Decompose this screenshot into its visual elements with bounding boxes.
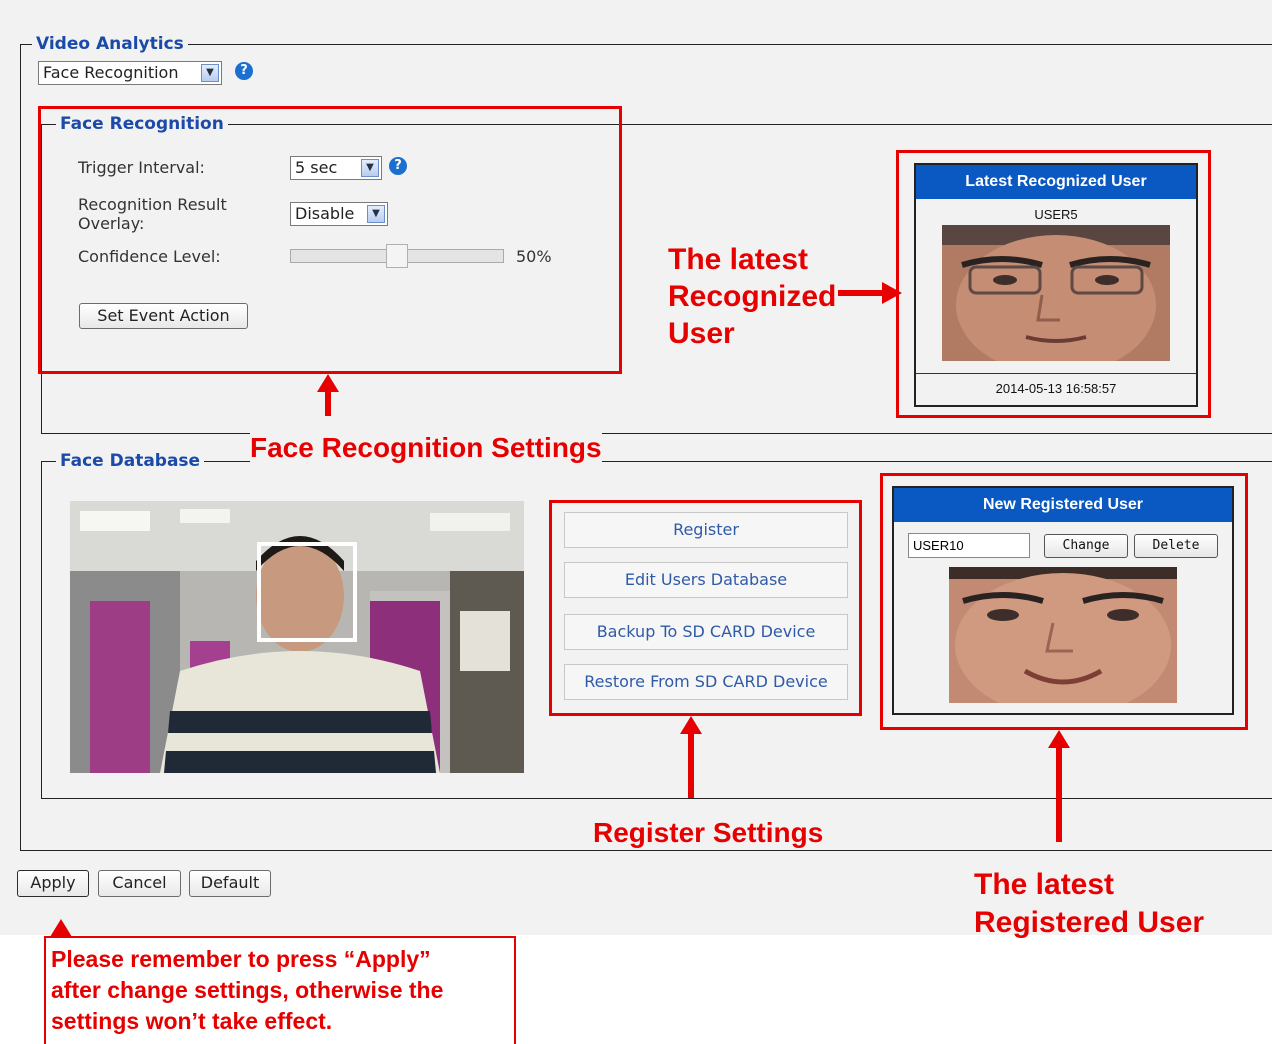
annotation-line: The latest [974,868,1115,901]
help-icon[interactable]: ? [235,62,253,80]
video-analytics-legend: Video Analytics [32,34,188,54]
apply-note-line: settings won’t take effect. [51,1008,333,1034]
latest-registered-highlight [880,473,1248,730]
face-recognition-settings-annotation: Face Recognition Settings [250,431,602,465]
up-arrow-shaft [1056,746,1062,842]
apply-button[interactable]: Apply [17,870,89,897]
apply-note-line: Please remember to press “Apply” [51,946,431,972]
annotation-line: Recognized [668,280,837,313]
face-recognition-highlight [38,106,622,374]
latest-registered-annotation: The latest Registered User [974,866,1204,942]
apply-note-box: Please remember to press “Apply” after c… [44,936,516,1044]
apply-note-line: after change settings, otherwise the [51,977,444,1003]
live-camera-view [70,501,524,773]
default-button[interactable]: Default [189,870,271,897]
cancel-button[interactable]: Cancel [98,870,181,897]
apply-note-text: Please remember to press “Apply” after c… [51,944,443,1037]
right-arrow-icon [838,290,884,296]
latest-recognized-annotation: The latest Recognized User [668,241,836,352]
analytics-mode-value: Face Recognition [43,63,179,82]
analytics-mode-select[interactable]: Face Recognition ▼ [38,61,222,85]
up-arrow-shaft [688,732,694,798]
annotation-line: User [668,317,735,350]
annotation-line: Registered User [974,906,1205,939]
annotation-line: The latest [668,243,809,276]
right-arrow-icon-head [882,282,902,304]
register-settings-highlight [549,500,862,716]
up-arrow-shaft [325,390,331,416]
register-settings-annotation: Register Settings [593,817,824,848]
chevron-down-icon: ▼ [201,64,219,82]
latest-recognized-highlight [896,150,1211,418]
face-database-legend: Face Database [56,451,205,471]
